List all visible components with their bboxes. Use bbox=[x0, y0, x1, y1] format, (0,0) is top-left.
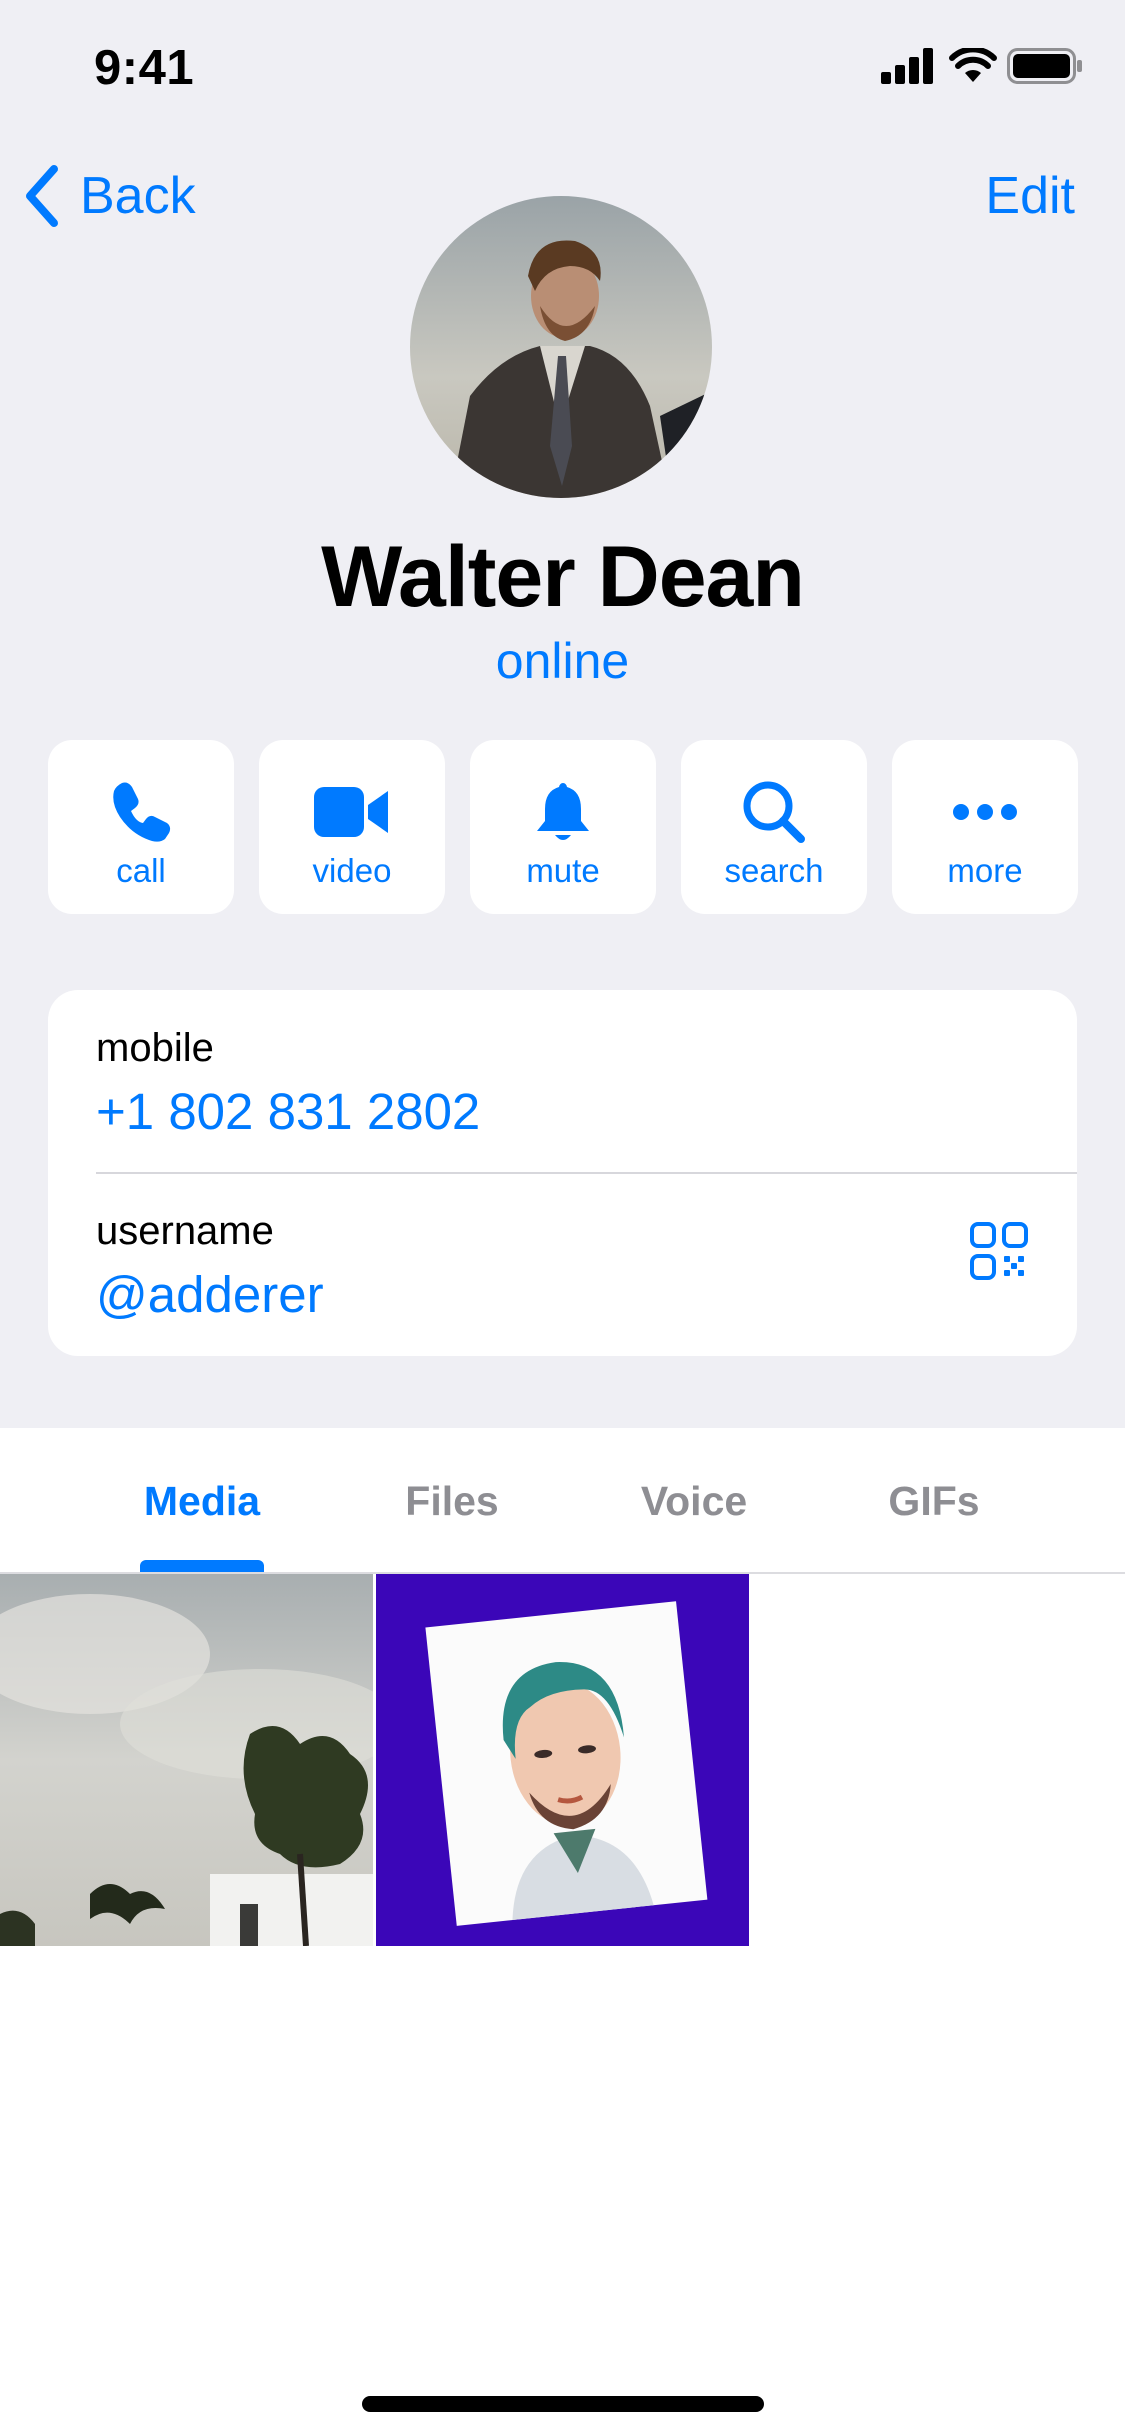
bell-icon bbox=[537, 783, 589, 840]
home-indicator bbox=[362, 2396, 764, 2412]
search-button[interactable]: search bbox=[681, 740, 867, 914]
search-label: search bbox=[724, 852, 824, 889]
active-tab-indicator bbox=[140, 1560, 264, 1572]
mobile-number[interactable]: +1 802 831 2802 bbox=[96, 1082, 480, 1141]
username-value[interactable]: @adderer bbox=[96, 1265, 324, 1324]
mute-label: mute bbox=[526, 852, 600, 889]
tab-media[interactable]: Media bbox=[120, 1428, 284, 1574]
media-thumbnail[interactable] bbox=[0, 1574, 373, 1946]
ellipsis-icon bbox=[953, 804, 1017, 820]
call-button[interactable]: call bbox=[48, 740, 234, 914]
tab-files[interactable]: Files bbox=[370, 1428, 534, 1574]
mobile-label: mobile bbox=[96, 1026, 214, 1070]
tab-gifs[interactable]: GIFs bbox=[852, 1428, 1016, 1574]
action-buttons: call video mute search more bbox=[48, 740, 1078, 916]
phone-icon bbox=[113, 782, 171, 842]
cellular-signal-icon bbox=[881, 48, 933, 84]
online-status: online bbox=[495, 633, 630, 689]
tab-voice[interactable]: Voice bbox=[612, 1428, 776, 1574]
call-label: call bbox=[116, 852, 166, 889]
contact-info-card: mobile +1 802 831 2802 username @adderer bbox=[48, 990, 1077, 1356]
video-label: video bbox=[312, 852, 392, 889]
contact-name: Walter Dean bbox=[321, 529, 805, 625]
video-button[interactable]: video bbox=[259, 740, 445, 914]
username-row[interactable]: username @adderer bbox=[48, 1173, 1077, 1356]
media-thumbnail[interactable] bbox=[376, 1574, 749, 1946]
more-label: more bbox=[947, 852, 1023, 889]
qr-code-icon[interactable] bbox=[969, 1221, 1029, 1281]
wifi-icon bbox=[949, 48, 997, 82]
video-camera-icon bbox=[314, 787, 388, 837]
avatar[interactable] bbox=[410, 196, 712, 498]
mute-button[interactable]: mute bbox=[470, 740, 656, 914]
search-icon bbox=[743, 781, 805, 843]
media-tabs: Media Files Voice GIFs bbox=[0, 1428, 1125, 1574]
edit-button[interactable]: Edit bbox=[985, 160, 1075, 232]
back-button[interactable]: Back bbox=[22, 160, 196, 232]
more-button[interactable]: more bbox=[892, 740, 1078, 914]
status-time: 9:41 bbox=[94, 41, 195, 95]
mobile-row[interactable]: mobile +1 802 831 2802 bbox=[48, 990, 1077, 1173]
battery-icon bbox=[1007, 48, 1082, 84]
chevron-left-icon bbox=[26, 165, 58, 227]
username-label: username bbox=[96, 1209, 274, 1253]
back-label: Back bbox=[80, 167, 196, 225]
